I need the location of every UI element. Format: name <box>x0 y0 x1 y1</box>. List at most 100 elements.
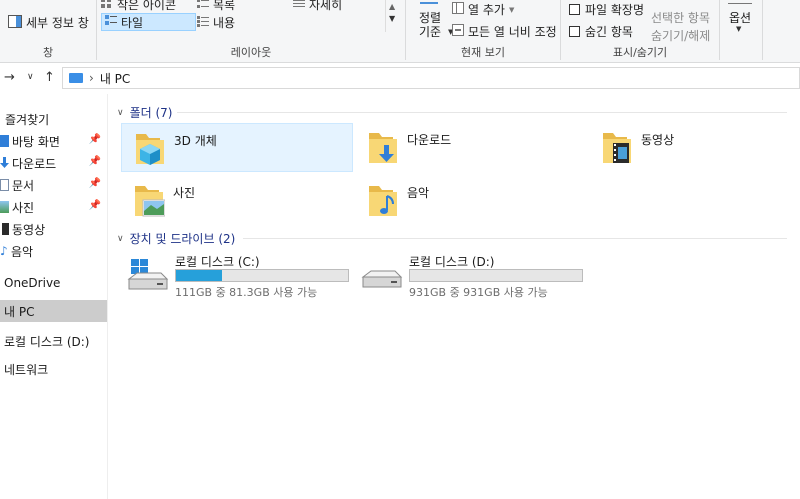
sidebar-item-label: 동영상 <box>12 222 46 237</box>
sort-icon <box>420 0 438 4</box>
layout-small-icons-button[interactable]: 작은 아이콘 <box>101 0 193 12</box>
list-icon <box>197 0 209 12</box>
sidebar-item-music[interactable]: ♪ 음악 <box>0 240 107 262</box>
picture-icon <box>0 201 9 213</box>
drive-tile-c[interactable]: 로컬 디스크 (C:) 111GB 중 81.3GB 사용 가능 <box>109 251 349 299</box>
size-columns-icon <box>452 24 464 39</box>
add-column-button[interactable]: 열 추가 ▼ <box>452 1 514 18</box>
layout-details-label: 자세히 <box>309 0 343 12</box>
tiles-icon <box>105 15 117 29</box>
pin-icon[interactable]: 📌 <box>89 200 101 211</box>
show-hide-group: 파일 확장명 숨긴 항목 선택한 항목 숨기기/해제 표시/숨기기 <box>561 0 719 63</box>
hidden-items-checkbox[interactable]: 숨긴 항목 <box>569 23 633 40</box>
sidebar-item-documents[interactable]: 문서 📌 <box>0 174 107 196</box>
ribbon-separator <box>762 0 763 60</box>
layout-group: 작은 아이콘 목록 자세히 타일 내용 ▲ ▼ 레이아웃 <box>97 0 405 63</box>
size-all-columns-button[interactable]: 모든 열 너비 조정 <box>452 23 557 40</box>
sidebar-item-quick-access[interactable]: 즐겨찾기 <box>0 108 107 130</box>
sidebar-item-label: 문서 <box>12 178 35 193</box>
layout-group-label: 레이아웃 <box>230 46 272 59</box>
layout-list-button[interactable]: 목록 <box>197 0 235 13</box>
drive-usage-bar <box>409 269 583 282</box>
pin-icon[interactable]: 📌 <box>89 134 101 145</box>
folder-tile-3d-objects[interactable]: 3D 개체 <box>121 123 353 172</box>
drive-free-space: 111GB 중 81.3GB 사용 가능 <box>175 286 318 299</box>
ribbon: 세부 정보 창 창 작은 아이콘 목록 자세히 타일 내용 ▲ ▼ 레이아웃 정… <box>0 0 800 63</box>
content-icon <box>197 15 209 30</box>
drive-free-space: 931GB 중 931GB 사용 가능 <box>409 286 548 299</box>
layout-scroll[interactable]: ▲ ▼ <box>385 0 399 32</box>
chevron-down-icon: ▼ <box>736 25 742 33</box>
sidebar-item-local-disk-d[interactable]: 로컬 디스크 (D:) <box>0 330 107 352</box>
folders-header-label: 폴더 (7) <box>129 106 173 120</box>
layout-tiles-label: 타일 <box>121 15 144 30</box>
drive-tile-d[interactable]: 로컬 디스크 (D:) 931GB 중 931GB 사용 가능 <box>343 251 583 299</box>
chevron-down-icon: ∨ <box>117 233 124 244</box>
file-extensions-checkbox[interactable]: 파일 확장명 <box>569 1 644 18</box>
current-view-group-label: 현재 보기 <box>461 46 505 59</box>
folder-name: 다운로드 <box>407 133 452 147</box>
size-all-columns-label: 모든 열 너비 조정 <box>468 25 557 39</box>
sidebar-item-pictures[interactable]: 사진 📌 <box>0 196 107 218</box>
layout-tiles-button[interactable]: 타일 <box>101 13 196 31</box>
download-icon <box>0 157 9 169</box>
details-pane-label: 세부 정보 창 <box>26 16 89 30</box>
checkbox-icon <box>569 26 580 37</box>
drives-header-label: 장치 및 드라이브 (2) <box>129 232 236 246</box>
navigation-pane: 즐겨찾기 바탕 화면 📌 다운로드 📌 문서 📌 사진 📌 동영상 ♪ 음악 O… <box>0 94 108 499</box>
details-icon <box>293 0 305 12</box>
folder-tile-downloads[interactable]: 다운로드 <box>355 123 587 172</box>
chevron-down-icon: ∨ <box>117 107 124 118</box>
sidebar-item-downloads[interactable]: 다운로드 📌 <box>0 152 107 174</box>
address-field[interactable]: › 내 PC <box>62 67 800 89</box>
pane-group-label: 창 <box>42 46 54 59</box>
small-icons-icon <box>101 0 113 11</box>
sidebar-item-label: OneDrive <box>4 276 61 290</box>
sidebar-item-network[interactable]: 네트워크 <box>0 358 107 380</box>
up-arrow-icon[interactable]: ↑ <box>44 70 55 85</box>
sidebar-item-videos[interactable]: 동영상 <box>0 218 107 240</box>
details-pane-icon <box>8 14 22 31</box>
details-pane-button[interactable]: 세부 정보 창 <box>8 14 89 31</box>
options-label: 옵션 <box>728 11 752 25</box>
forward-arrow-icon[interactable]: → <box>4 70 15 85</box>
group-divider <box>177 112 787 113</box>
sidebar-item-onedrive[interactable]: OneDrive <box>0 272 107 294</box>
folder-tile-pictures[interactable]: 사진 <box>121 176 353 225</box>
layout-list-label: 목록 <box>213 0 236 12</box>
folder-pictures-icon <box>135 186 165 217</box>
file-extensions-label: 파일 확장명 <box>585 3 645 17</box>
folder-tile-music[interactable]: 음악 <box>355 176 587 225</box>
sidebar-item-this-pc[interactable]: 내 PC <box>0 300 107 322</box>
sort-by-button[interactable]: 정렬 기준 ▼ <box>412 0 453 44</box>
sidebar-item-label: 내 PC <box>4 304 35 319</box>
add-column-label: 열 추가 <box>468 3 505 17</box>
hide-selected-label-2: 숨기기/해제 <box>651 29 711 43</box>
layout-content-label: 내용 <box>213 16 236 30</box>
sidebar-item-label: 즐겨찾기 <box>5 112 50 127</box>
show-hide-group-label: 표시/숨기기 <box>612 46 668 59</box>
sidebar-item-label: 음악 <box>11 244 34 259</box>
hide-selected-button[interactable]: 선택한 항목 숨기기/해제 <box>651 9 717 44</box>
sidebar-item-label: 바탕 화면 <box>12 134 60 149</box>
folder-downloads-icon <box>369 133 397 163</box>
folders-group-header[interactable]: ∨ 폴더 (7) <box>117 104 793 121</box>
folder-tile-videos[interactable]: 동영상 <box>589 123 800 172</box>
options-button[interactable]: 옵션 ▼ <box>722 0 758 44</box>
recent-chevron-down-icon[interactable]: ∨ <box>27 72 34 82</box>
layout-details-button[interactable]: 자세히 <box>293 0 342 13</box>
checkbox-icon <box>569 4 580 15</box>
hide-selected-label-1: 선택한 항목 <box>651 11 711 25</box>
scroll-more-icon: ▼ <box>389 14 396 23</box>
hidden-items-label: 숨긴 항목 <box>585 25 633 39</box>
drives-group-header[interactable]: ∨ 장치 및 드라이브 (2) <box>117 230 793 247</box>
pin-icon[interactable]: 📌 <box>89 178 101 189</box>
pin-icon[interactable]: 📌 <box>89 156 101 167</box>
layout-content-button[interactable]: 내용 <box>197 14 235 31</box>
folder-name: 동영상 <box>641 133 675 147</box>
address-bar: → ∨ ↑ › 내 PC <box>0 64 800 91</box>
video-icon <box>0 223 9 235</box>
folder-music-icon <box>369 186 397 216</box>
sidebar-item-desktop[interactable]: 바탕 화면 📌 <box>0 130 107 152</box>
sidebar-item-label: 네트워크 <box>4 362 49 377</box>
